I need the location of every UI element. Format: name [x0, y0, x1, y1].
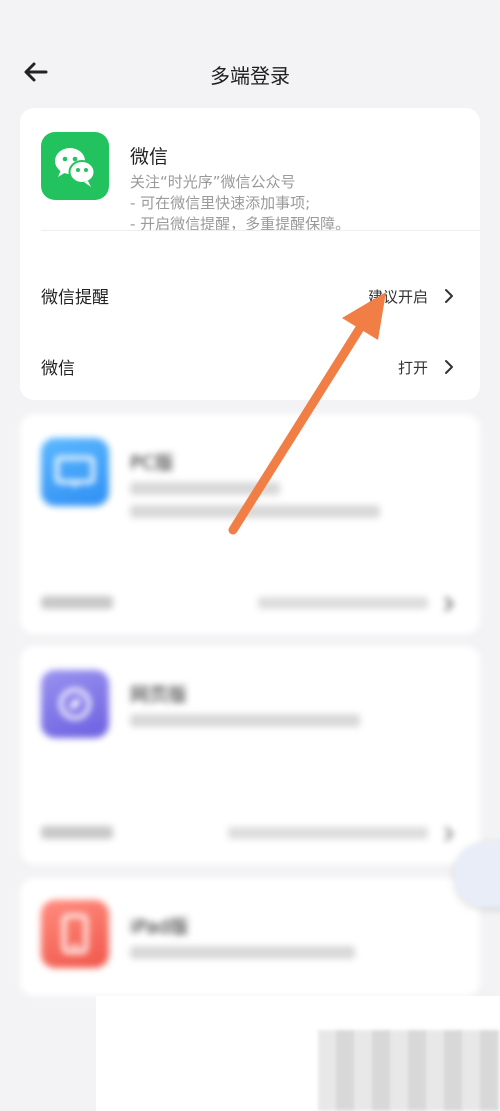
web-title: 网页版 [130, 684, 188, 706]
wechat-description: 关注“时光序”微信公众号 - 可在微信里快速添加事项; - 开启微信提醒，多重提… [130, 172, 350, 235]
chevron-right-icon [445, 597, 453, 611]
web-card[interactable]: 网页版 [20, 646, 480, 864]
pc-title: PC版 [130, 452, 174, 474]
header: 多端登录 [0, 40, 500, 106]
wechat-logo-icon [41, 132, 109, 200]
web-copy-url-row[interactable] [20, 814, 480, 854]
ipad-title: iPad版 [130, 916, 189, 938]
floating-assistant-button[interactable] [455, 843, 500, 907]
compass-icon [41, 670, 109, 738]
pc-copy-url-row[interactable] [20, 584, 480, 624]
wechat-reminder-row[interactable]: 微信提醒 建议开启 [20, 270, 480, 322]
web-description-placeholder [130, 710, 360, 727]
desc-line: - 可在微信里快速添加事项; [130, 194, 311, 212]
row-label: 微信提醒 [41, 288, 109, 308]
wechat-card: 微信 关注“时光序”微信公众号 - 可在微信里快速添加事项; - 开启微信提醒，… [20, 108, 480, 400]
pc-description-placeholder [130, 478, 380, 518]
desc-line: 关注“时光序”微信公众号 [130, 173, 296, 191]
watermark-mosaic [318, 1030, 500, 1111]
divider [41, 230, 480, 231]
chevron-right-icon [445, 289, 453, 303]
url-value-placeholder [258, 593, 428, 609]
wechat-title: 微信 [130, 146, 169, 168]
chevron-right-icon [445, 360, 453, 374]
row-value: 建议开启 [367, 288, 428, 306]
ipad-description-placeholder [130, 942, 355, 959]
page-title: 多端登录 [210, 64, 290, 88]
row-label: 微信 [41, 359, 75, 379]
chevron-right-icon [445, 827, 453, 841]
wechat-open-row[interactable]: 微信 打开 [20, 341, 480, 393]
pc-card[interactable]: PC版 [20, 414, 480, 634]
tablet-icon [41, 900, 109, 968]
desc-line: - 开启微信提醒，多重提醒保障。 [130, 215, 351, 233]
monitor-icon [41, 438, 109, 506]
url-value-placeholder [228, 823, 428, 839]
url-label-placeholder [41, 592, 113, 609]
row-value: 打开 [397, 359, 428, 377]
ipad-card[interactable]: iPad版 [20, 878, 480, 996]
url-label-placeholder [41, 822, 113, 839]
